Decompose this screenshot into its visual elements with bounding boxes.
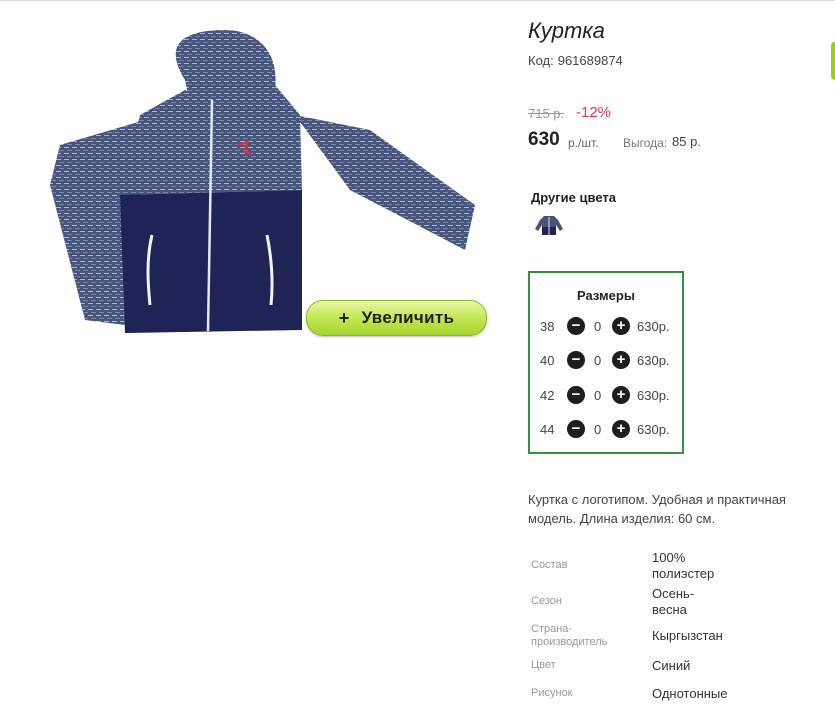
other-colors-heading: Другие цвета <box>531 190 616 205</box>
minus-icon[interactable]: − <box>567 351 585 369</box>
price-unit: р./шт. <box>568 136 599 150</box>
minus-icon[interactable]: − <box>567 420 585 438</box>
plus-icon: + <box>338 307 350 328</box>
size-value: 44 <box>540 422 555 437</box>
size-price: 630р. <box>637 388 670 403</box>
old-price: 715 р. <box>528 106 565 121</box>
color-variant-thumbnail[interactable] <box>534 213 564 237</box>
spec-value: Синий <box>652 658 691 673</box>
product-code: Код: 961689874 <box>528 53 623 68</box>
product-description: Куртка с логотипом. Удобная и практичная… <box>528 492 786 526</box>
sizes-title: Размеры <box>577 288 635 303</box>
size-row: 38 − 0 + 630р. <box>540 316 680 338</box>
minus-icon[interactable]: − <box>567 317 585 335</box>
side-tab[interactable] <box>831 42 835 80</box>
size-price: 630р. <box>637 422 670 437</box>
size-quantity: 0 <box>594 388 602 403</box>
code-label: Код: <box>528 53 554 68</box>
size-value: 38 <box>540 319 555 334</box>
current-price: 630 <box>528 129 560 150</box>
size-quantity: 0 <box>594 422 602 437</box>
size-quantity: 0 <box>594 319 602 334</box>
size-value: 42 <box>540 388 555 403</box>
size-value: 40 <box>540 353 555 368</box>
plus-icon[interactable]: + <box>612 317 630 335</box>
plus-icon[interactable]: + <box>612 420 630 438</box>
spec-value: Осень-весна <box>652 586 695 617</box>
spec-label: Сезон <box>531 595 562 607</box>
size-quantity: 0 <box>594 353 602 368</box>
code-value: 961689874 <box>557 53 623 68</box>
spec-value: 100% полиэстер <box>652 550 715 581</box>
top-divider <box>0 0 835 1</box>
discount-badge: -12% <box>576 104 612 121</box>
zoom-label: Увеличить <box>361 308 455 327</box>
size-row: 42 − 0 + 630р. <box>540 385 680 407</box>
spec-label: Рисунок <box>531 687 573 699</box>
spec-label: Цвет <box>531 659 556 671</box>
size-price: 630р. <box>637 319 670 334</box>
size-row: 40 − 0 + 630р. <box>540 350 680 372</box>
product-image[interactable] <box>40 20 490 340</box>
benefit-value: 85 р. <box>672 134 701 149</box>
product-title: Куртка <box>528 18 605 43</box>
benefit-label: Выгода: <box>623 136 668 150</box>
spec-value: Кыргызстан <box>652 628 723 643</box>
size-price: 630р. <box>637 353 670 368</box>
spec-value: Однотонные <box>652 686 728 701</box>
sizes-panel: Размеры 38 − 0 + 630р. 40 − 0 + 630р. 42… <box>528 271 684 454</box>
zoom-button[interactable]: + Увеличить <box>306 300 487 336</box>
minus-icon[interactable]: − <box>567 386 585 404</box>
spec-label: Состав <box>531 559 568 571</box>
spec-label: Страна-производитель <box>531 623 608 648</box>
plus-icon[interactable]: + <box>612 351 630 369</box>
size-row: 44 − 0 + 630р. <box>540 419 680 441</box>
plus-icon[interactable]: + <box>612 386 630 404</box>
